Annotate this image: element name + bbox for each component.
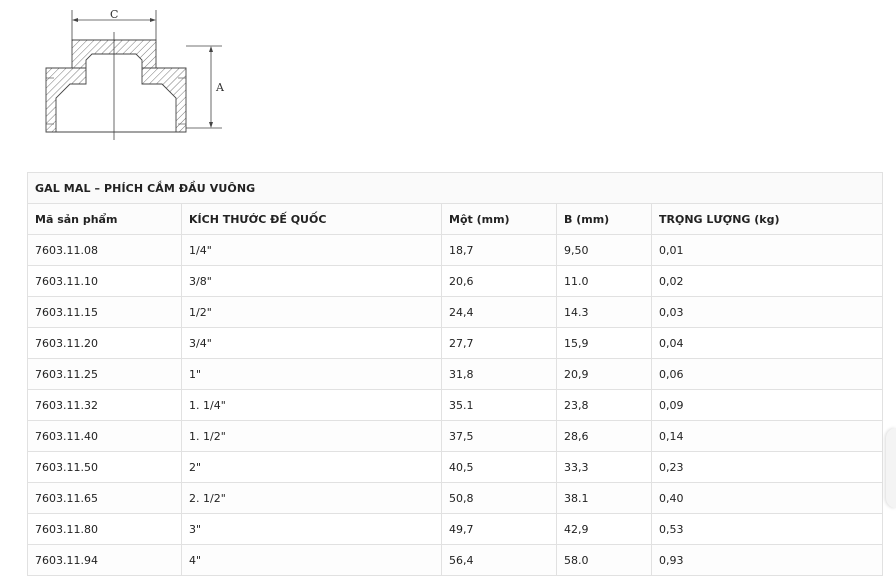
table-row: 7603.11.10 3/8" 20,6 11.0 0,02 [27, 265, 884, 297]
b-mm-cell: 38.1 [556, 482, 652, 514]
product-code-cell: 7603.11.94 [27, 544, 182, 576]
b-mm-cell: 20,9 [556, 358, 652, 390]
weight-kg-cell: 0,14 [650, 420, 884, 452]
a-mm-cell: 31,8 [441, 358, 557, 390]
b-mm-cell: 15,9 [556, 327, 652, 359]
table-row: 7603.11.15 1/2" 24,4 14.3 0,03 [27, 296, 884, 328]
table-row: 7603.11.40 1. 1/2" 37,5 28,6 0,14 [27, 420, 884, 452]
header-weight-kg: TRỌNG LƯỢNG (kg) [650, 203, 884, 235]
product-code-cell: 7603.11.20 [27, 327, 182, 359]
base-size-cell: 1. 1/4" [181, 389, 442, 421]
table-row: 7603.11.20 3/4" 27,7 15,9 0,04 [27, 327, 884, 359]
header-a-mm: Một (mm) [441, 203, 557, 235]
weight-kg-cell: 0,06 [650, 358, 884, 390]
base-size-cell: 1. 1/2" [181, 420, 442, 452]
base-size-cell: 3/4" [181, 327, 442, 359]
a-mm-cell: 40,5 [441, 451, 557, 483]
product-code-cell: 7603.11.15 [27, 296, 182, 328]
base-size-cell: 3" [181, 513, 442, 545]
product-spec-table: GAL MAL – PHÍCH CẮM ĐẦU VUÔNG Mã sản phẩ… [26, 172, 884, 576]
a-mm-cell: 24,4 [441, 296, 557, 328]
table-row: 7603.11.80 3" 49,7 42,9 0,53 [27, 513, 884, 545]
base-size-cell: 2. 1/2" [181, 482, 442, 514]
table-row: 7603.11.25 1" 31,8 20,9 0,06 [27, 358, 884, 390]
base-size-cell: 1" [181, 358, 442, 390]
table-caption: GAL MAL – PHÍCH CẮM ĐẦU VUÔNG [26, 172, 884, 204]
side-scroll-handle[interactable] [886, 428, 896, 508]
dimension-a-label: A [215, 81, 225, 94]
product-code-cell: 7603.11.50 [27, 451, 182, 483]
b-mm-cell: 9,50 [556, 234, 652, 266]
weight-kg-cell: 0,02 [650, 265, 884, 297]
table-row: 7603.11.08 1/4" 18,7 9,50 0,01 [27, 234, 884, 266]
product-code-cell: 7603.11.08 [27, 234, 182, 266]
weight-kg-cell: 0,40 [650, 482, 884, 514]
product-code-cell: 7603.11.40 [27, 420, 182, 452]
b-mm-cell: 28,6 [556, 420, 652, 452]
b-mm-cell: 42,9 [556, 513, 652, 545]
weight-kg-cell: 0,03 [650, 296, 884, 328]
base-size-cell: 3/8" [181, 265, 442, 297]
a-mm-cell: 20,6 [441, 265, 557, 297]
b-mm-cell: 23,8 [556, 389, 652, 421]
weight-kg-cell: 0,23 [650, 451, 884, 483]
b-mm-cell: 14.3 [556, 296, 652, 328]
product-code-cell: 7603.11.65 [27, 482, 182, 514]
table-row: 7603.11.94 4" 56,4 58.0 0,93 [27, 544, 884, 576]
base-size-cell: 1/2" [181, 296, 442, 328]
a-mm-cell: 49,7 [441, 513, 557, 545]
table-row: 7603.11.65 2. 1/2" 50,8 38.1 0,40 [27, 482, 884, 514]
weight-kg-cell: 0,93 [650, 544, 884, 576]
a-mm-cell: 56,4 [441, 544, 557, 576]
a-mm-cell: 18,7 [441, 234, 557, 266]
weight-kg-cell: 0,04 [650, 327, 884, 359]
header-base-size: KÍCH THƯỚC ĐẾ QUỐC [181, 203, 442, 235]
header-b-mm: B (mm) [556, 203, 652, 235]
base-size-cell: 1/4" [181, 234, 442, 266]
product-code-cell: 7603.11.80 [27, 513, 182, 545]
weight-kg-cell: 0,09 [650, 389, 884, 421]
dimension-c-label: C [110, 8, 118, 21]
weight-kg-cell: 0,01 [650, 234, 884, 266]
header-product-code: Mã sản phẩm [27, 203, 182, 235]
b-mm-cell: 33,3 [556, 451, 652, 483]
b-mm-cell: 11.0 [556, 265, 652, 297]
table-row: 7603.11.32 1. 1/4" 35.1 23,8 0,09 [27, 389, 884, 421]
product-code-cell: 7603.11.10 [27, 265, 182, 297]
a-mm-cell: 27,7 [441, 327, 557, 359]
a-mm-cell: 35.1 [441, 389, 557, 421]
table-row: 7603.11.50 2" 40,5 33,3 0,23 [27, 451, 884, 483]
base-size-cell: 2" [181, 451, 442, 483]
b-mm-cell: 58.0 [556, 544, 652, 576]
plug-cross-section-diagram: C A [45, 8, 225, 140]
product-code-cell: 7603.11.25 [27, 358, 182, 390]
weight-kg-cell: 0,53 [650, 513, 884, 545]
base-size-cell: 4" [181, 544, 442, 576]
a-mm-cell: 50,8 [441, 482, 557, 514]
a-mm-cell: 37,5 [441, 420, 557, 452]
product-code-cell: 7603.11.32 [27, 389, 182, 421]
